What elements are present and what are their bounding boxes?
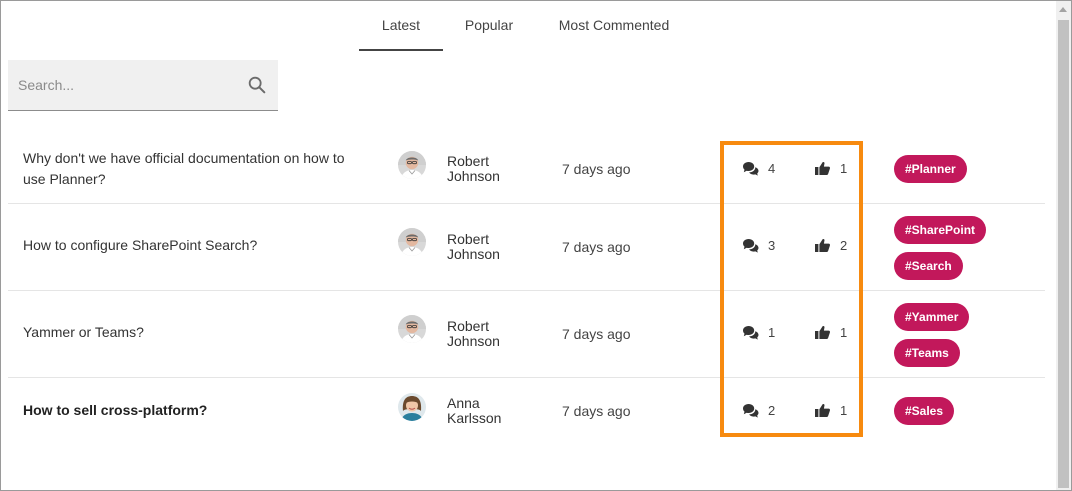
search-input[interactable] <box>18 74 238 96</box>
avatar <box>398 315 426 343</box>
question-list: Why don't we have official documentation… <box>8 130 1045 444</box>
author-name[interactable]: Anna Karlsson <box>447 396 547 426</box>
author-last-name: Johnson <box>447 168 500 184</box>
post-time: 7 days ago <box>562 403 631 419</box>
post-time: 7 days ago <box>562 161 631 177</box>
post-time: 7 days ago <box>562 326 631 342</box>
author-last-name: Johnson <box>447 246 500 262</box>
author-name[interactable]: Robert Johnson <box>447 319 547 349</box>
author-name[interactable]: Robert Johnson <box>447 154 547 184</box>
scroll-thumb[interactable] <box>1058 20 1069 488</box>
table-row[interactable]: Yammer or Teams? Robert Johnson 7 days a… <box>8 291 1045 378</box>
tag-list: #SharePoint #Search <box>894 216 1044 288</box>
author-first-name: Anna <box>447 395 480 411</box>
search-icon[interactable] <box>246 74 268 96</box>
tab-popular[interactable]: Popular <box>449 0 529 51</box>
search-box <box>8 60 278 111</box>
question-title[interactable]: How to configure SharePoint Search? <box>23 235 368 256</box>
scrollbar[interactable] <box>1056 1 1071 490</box>
question-title[interactable]: Yammer or Teams? <box>23 322 368 343</box>
tag-list: #Sales <box>894 397 1044 433</box>
tag-teams[interactable]: #Teams <box>894 339 960 367</box>
author-last-name: Karlsson <box>447 410 502 426</box>
question-title[interactable]: How to sell cross-platform? <box>23 400 368 421</box>
avatar <box>398 228 426 256</box>
avatar <box>398 151 426 179</box>
highlight-box <box>720 141 863 437</box>
tag-list: #Yammer #Teams <box>894 303 1044 375</box>
author-last-name: Johnson <box>447 333 500 349</box>
table-row[interactable]: Why don't we have official documentation… <box>8 130 1045 204</box>
author-first-name: Robert <box>447 318 490 334</box>
tab-most-commented[interactable]: Most Commented <box>540 0 688 51</box>
tag-yammer[interactable]: #Yammer <box>894 303 970 331</box>
tab-latest[interactable]: Latest <box>359 0 443 51</box>
avatar <box>398 393 426 421</box>
author-name[interactable]: Robert Johnson <box>447 232 547 262</box>
tag-planner[interactable]: #Planner <box>894 155 967 183</box>
tag-search[interactable]: #Search <box>894 252 963 280</box>
scroll-up-arrow-icon[interactable] <box>1059 7 1067 12</box>
table-row[interactable]: How to sell cross-platform? Anna Karlsso… <box>8 378 1045 444</box>
tag-sales[interactable]: #Sales <box>894 397 955 425</box>
tag-list: #Planner <box>894 155 1044 191</box>
author-first-name: Robert <box>447 153 490 169</box>
question-title[interactable]: Why don't we have official documentation… <box>23 148 368 190</box>
tag-sharepoint[interactable]: #SharePoint <box>894 216 987 244</box>
tab-bar: Latest Popular Most Commented <box>0 0 1056 52</box>
post-time: 7 days ago <box>562 239 631 255</box>
table-row[interactable]: How to configure SharePoint Search? Robe… <box>8 204 1045 291</box>
author-first-name: Robert <box>447 231 490 247</box>
